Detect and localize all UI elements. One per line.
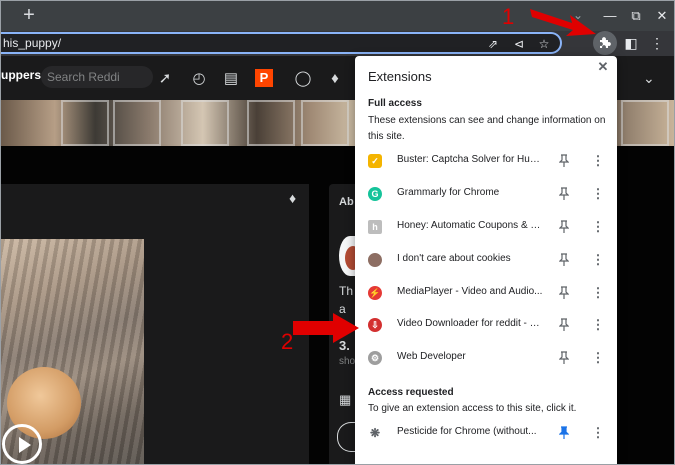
cake-day-icon: ▦ xyxy=(339,392,352,407)
notifications-bell-icon[interactable]: ♦ xyxy=(325,69,345,89)
full-access-description: These extensions can see and change info… xyxy=(368,115,606,142)
extension-name[interactable]: I don't care about cookies xyxy=(397,253,543,264)
annotation-arrow-1 xyxy=(530,9,596,36)
extension-row-cookies[interactable]: I don't care about cookies ⋮ xyxy=(355,245,617,275)
subreddit-label[interactable]: uppers xyxy=(1,68,41,82)
extension-row-buster[interactable]: ✓ Buster: Captcha Solver for Hum... ⋮ xyxy=(355,146,617,176)
close-window-icon[interactable]: ✕ xyxy=(651,5,673,27)
minimize-icon[interactable]: — xyxy=(599,5,621,27)
extension-row-video-downloader[interactable]: ⇩ Video Downloader for reddit - R... ⋮ xyxy=(355,310,617,340)
premium-icon[interactable]: P xyxy=(255,69,273,87)
banner-tile xyxy=(61,100,109,146)
more-options-icon[interactable]: ⋮ xyxy=(591,218,605,236)
banner-tile xyxy=(113,100,161,146)
pin-icon[interactable] xyxy=(557,185,571,203)
extension-name[interactable]: MediaPlayer - Video and Audio... xyxy=(397,286,543,297)
pesticide-icon: ❋ xyxy=(368,426,382,440)
address-bar[interactable]: his_puppy/ ⇗ ⊲ ☆ xyxy=(1,32,562,54)
cookie-icon xyxy=(368,253,382,267)
video-icon[interactable]: ▤ xyxy=(221,69,241,89)
more-options-icon[interactable]: ⋮ xyxy=(591,251,605,269)
extensions-popup: Extensions ✕ Full access These extension… xyxy=(355,56,617,464)
full-access-heading: Full access xyxy=(368,98,422,109)
extension-row-pesticide[interactable]: ❋ Pesticide for Chrome (without... ⋮ xyxy=(355,418,617,448)
buster-icon: ✓ xyxy=(368,154,382,168)
extension-row-grammarly[interactable]: G Grammarly for Chrome ⋮ xyxy=(355,179,617,209)
browser-window: + ⌄ — ⧉ ✕ his_puppy/ ⇗ ⊲ ☆ ◧ ⋮ uppers Se… xyxy=(0,0,675,465)
grammarly-icon: G xyxy=(368,187,382,201)
chat-icon[interactable]: ◯ xyxy=(293,69,313,89)
pin-icon-pinned[interactable] xyxy=(557,424,571,442)
banner-tile xyxy=(247,100,295,146)
pin-icon[interactable] xyxy=(557,284,571,302)
access-requested-description: To give an extension access to this site… xyxy=(368,403,577,414)
pin-icon[interactable] xyxy=(557,349,571,367)
annotation-number-1: 1 xyxy=(502,4,515,29)
extension-name[interactable]: Grammarly for Chrome xyxy=(397,187,543,198)
banner-tile xyxy=(181,100,229,146)
new-tab-button[interactable]: + xyxy=(19,5,39,25)
reddit-search-input[interactable]: Search Reddi xyxy=(41,66,153,88)
annotation-arrow-2 xyxy=(293,313,359,343)
share-icon[interactable]: ⊲ xyxy=(511,36,527,52)
browser-menu-icon[interactable]: ⋮ xyxy=(647,33,667,53)
pin-icon[interactable] xyxy=(557,152,571,170)
more-options-icon[interactable]: ⋮ xyxy=(591,316,605,334)
about-text-line-1: Th xyxy=(339,284,354,298)
extension-name[interactable]: Buster: Captcha Solver for Hum... xyxy=(397,154,543,165)
about-title: Ab xyxy=(339,196,354,208)
url-text[interactable]: his_puppy/ xyxy=(3,36,61,50)
post-card[interactable]: ♦ xyxy=(1,184,309,464)
extension-name[interactable]: Web Developer xyxy=(397,351,543,362)
pin-icon[interactable] xyxy=(557,316,571,334)
restore-icon[interactable]: ⧉ xyxy=(625,5,647,27)
side-panel-icon[interactable]: ◧ xyxy=(621,33,641,53)
user-menu-chevron-icon[interactable]: ⌄ xyxy=(643,70,655,87)
pin-icon[interactable] xyxy=(557,218,571,236)
pin-icon[interactable] xyxy=(557,251,571,269)
open-in-app-icon[interactable]: ⇗ xyxy=(485,36,501,52)
more-options-icon[interactable]: ⋮ xyxy=(591,185,605,203)
more-options-icon[interactable]: ⋮ xyxy=(591,284,605,302)
member-count-label: sho xyxy=(339,356,356,367)
extension-row-web-developer[interactable]: ⚙ Web Developer ⋮ xyxy=(355,343,617,373)
video-downloader-icon: ⇩ xyxy=(368,318,382,332)
post-notification-bell-icon[interactable]: ♦ xyxy=(289,190,296,206)
mediaplayer-icon: ⚡ xyxy=(368,286,382,300)
stats-icon[interactable]: ◴ xyxy=(189,69,209,89)
more-options-icon[interactable]: ⋮ xyxy=(591,152,605,170)
extension-row-honey[interactable]: h Honey: Automatic Coupons & C... ⋮ xyxy=(355,212,617,242)
banner-tile xyxy=(621,100,669,146)
more-options-icon[interactable]: ⋮ xyxy=(591,424,605,442)
popup-title: Extensions xyxy=(368,69,432,84)
popular-icon[interactable]: ➚ xyxy=(155,69,175,89)
close-icon[interactable]: ✕ xyxy=(595,59,611,75)
web-developer-icon: ⚙ xyxy=(368,351,382,365)
more-options-icon[interactable]: ⋮ xyxy=(591,349,605,367)
play-button[interactable] xyxy=(2,424,42,464)
access-requested-heading: Access requested xyxy=(368,387,454,398)
extension-name[interactable]: Honey: Automatic Coupons & C... xyxy=(397,220,543,231)
extension-name[interactable]: Video Downloader for reddit - R... xyxy=(397,318,543,329)
extension-name[interactable]: Pesticide for Chrome (without... xyxy=(397,426,543,437)
banner-tile xyxy=(301,100,349,146)
extension-row-mediaplayer[interactable]: ⚡ MediaPlayer - Video and Audio... ⋮ xyxy=(355,278,617,308)
honey-icon: h xyxy=(368,220,382,234)
